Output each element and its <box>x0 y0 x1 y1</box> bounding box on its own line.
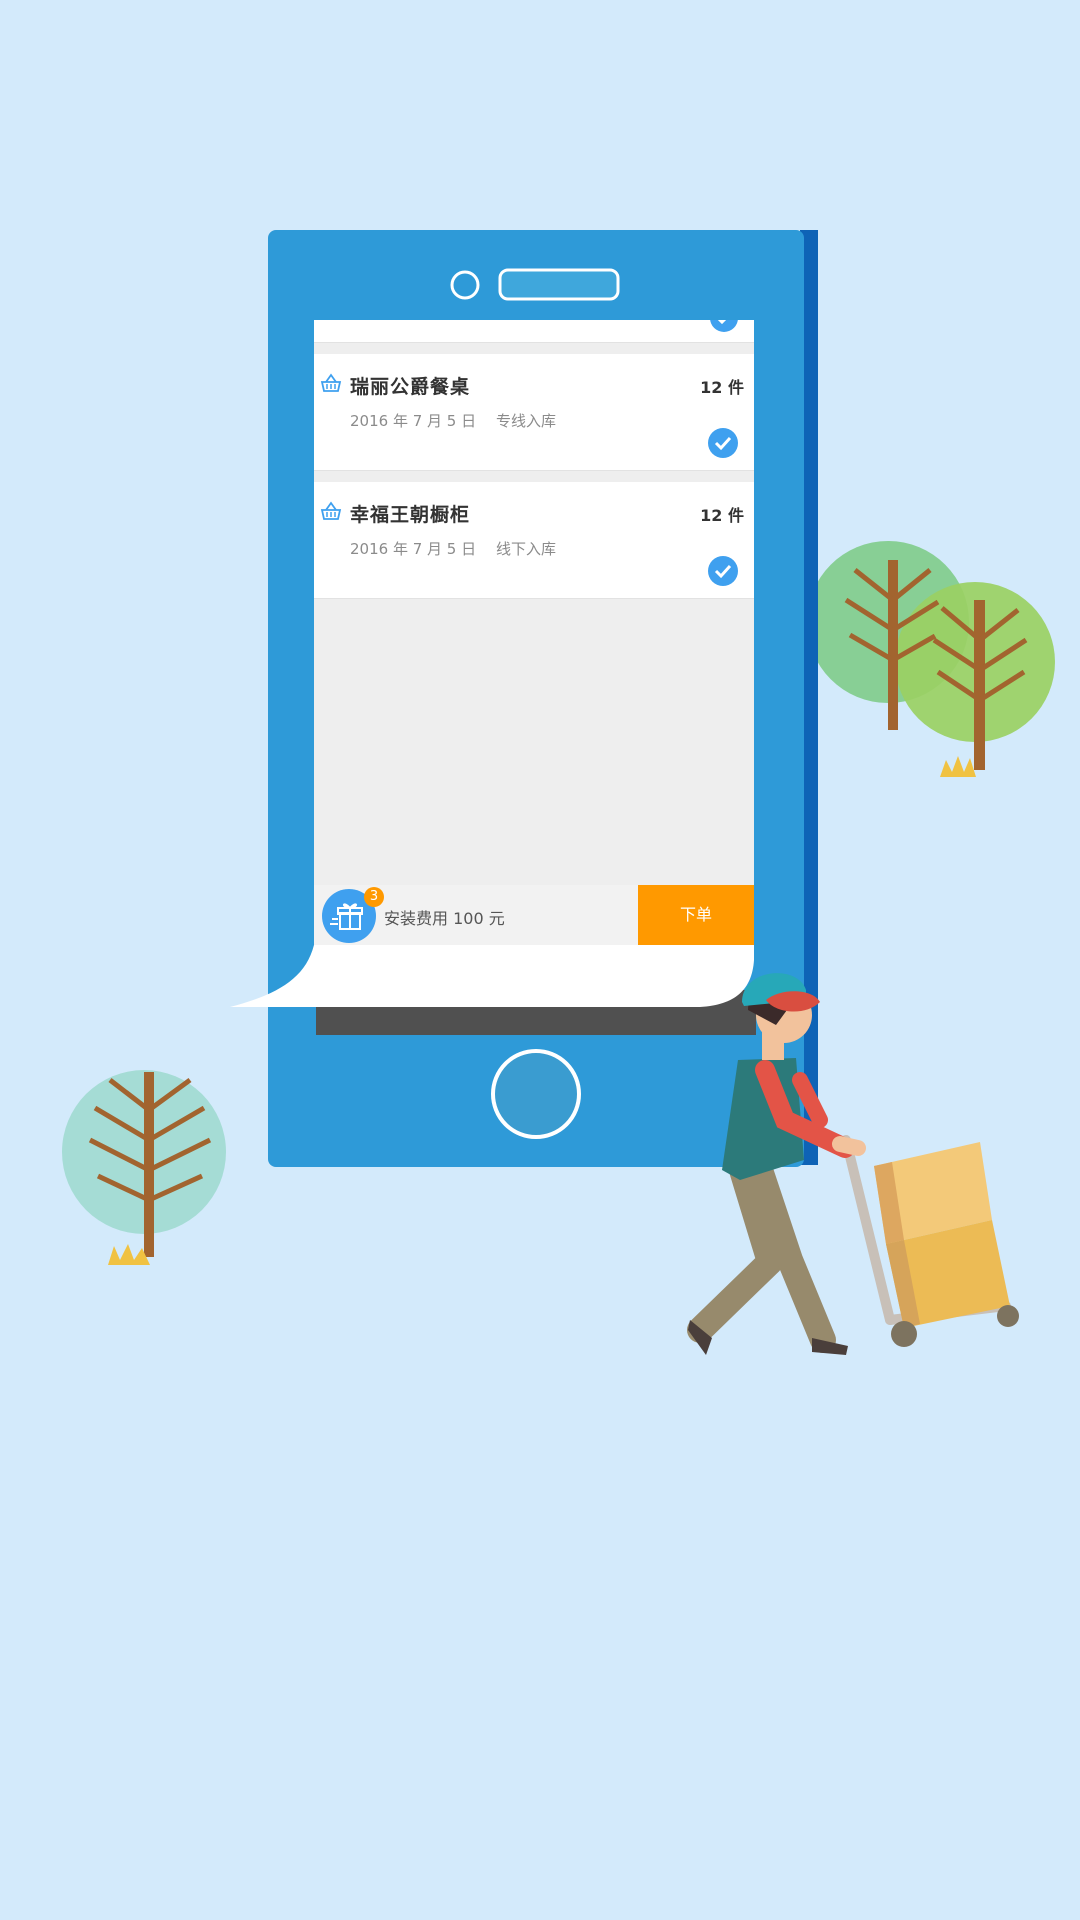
foreground-illustration <box>230 945 1019 1355</box>
delivery-person-illustration <box>687 973 1019 1355</box>
receipt-paper-illustration <box>230 945 754 1007</box>
splash-screen: 瑞丽公爵餐桌 12 件 2016 年 7 月 5 日 专线入库 幸福王朝橱柜 1… <box>0 0 1080 1920</box>
